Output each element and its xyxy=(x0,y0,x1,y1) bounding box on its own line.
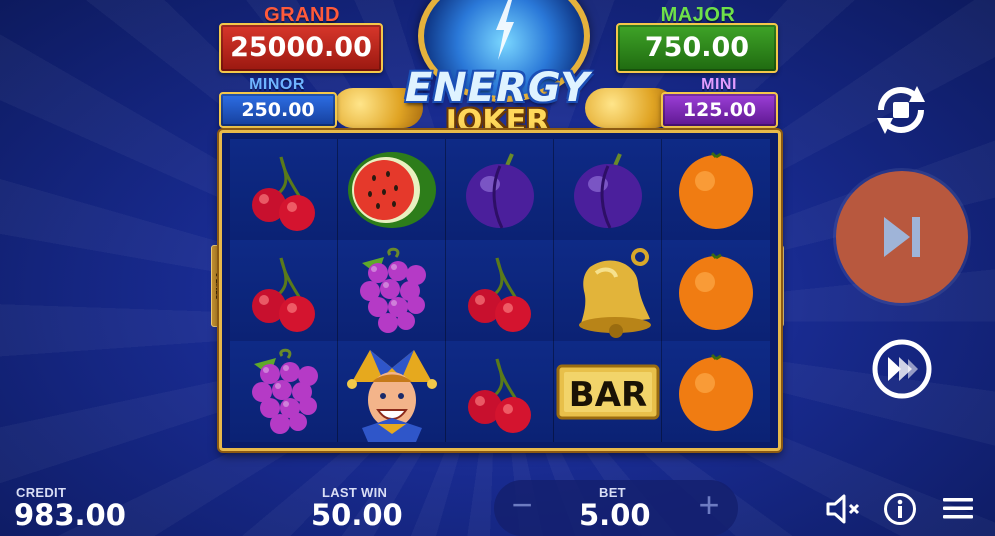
cherry-symbol xyxy=(251,257,315,332)
mini-value: 125.00 xyxy=(661,92,778,128)
cherry-symbol xyxy=(467,257,531,332)
reel-cell xyxy=(338,139,446,240)
joker-symbol xyxy=(346,349,437,442)
reel-cell xyxy=(338,341,446,442)
minor-value: 250.00 xyxy=(219,92,337,128)
reel-cell xyxy=(662,139,770,240)
sound-off-icon xyxy=(826,494,860,524)
sound-button[interactable] xyxy=(824,492,864,526)
reel-frame: BAR xyxy=(219,130,781,451)
reel-cell xyxy=(554,139,662,240)
cherry-symbol xyxy=(251,156,315,231)
cherry-symbol xyxy=(467,358,531,433)
bet-decrease-button[interactable]: − xyxy=(502,485,542,529)
menu-button[interactable] xyxy=(941,494,975,522)
bet-increase-button[interactable]: + xyxy=(689,485,729,529)
orange-symbol xyxy=(679,252,753,330)
menu-icon xyxy=(943,498,973,519)
orange-symbol xyxy=(679,151,753,229)
bell-symbol xyxy=(578,247,651,338)
spin-skip-button[interactable] xyxy=(836,171,968,303)
autoplay-icon xyxy=(877,86,925,134)
reel-cell xyxy=(554,240,662,341)
reel-cell xyxy=(446,341,554,442)
major-value: 750.00 xyxy=(616,23,778,73)
reel-cell: BAR xyxy=(554,341,662,442)
lightning-icon xyxy=(496,0,514,60)
reel-cell xyxy=(230,240,338,341)
reel-cell xyxy=(338,240,446,341)
reel-cell xyxy=(662,341,770,442)
reel-cell xyxy=(662,240,770,341)
watermelon-symbol xyxy=(347,151,436,228)
turbo-button[interactable] xyxy=(871,338,933,400)
reel-cell xyxy=(230,139,338,240)
orange-symbol xyxy=(679,353,753,431)
bar-symbol: BAR xyxy=(556,364,659,419)
bet-value: 5.00 xyxy=(579,498,651,532)
credit-value: 983.00 xyxy=(14,498,126,532)
info-button[interactable] xyxy=(883,492,917,526)
info-icon xyxy=(884,493,916,525)
skip-icon xyxy=(884,217,920,257)
autoplay-button[interactable] xyxy=(865,78,937,142)
reel-grid: BAR xyxy=(230,139,770,442)
last-win-value: 50.00 xyxy=(311,498,403,532)
plum-symbol xyxy=(465,152,534,229)
turbo-icon xyxy=(872,339,932,399)
reel-cell xyxy=(446,139,554,240)
svg-text:BAR: BAR xyxy=(568,375,646,415)
plum-symbol xyxy=(573,152,642,229)
grand-value: 25000.00 xyxy=(219,23,383,73)
grapes-symbol xyxy=(359,247,426,333)
reel-cell xyxy=(230,341,338,442)
grapes-symbol xyxy=(251,348,318,434)
reel-cell xyxy=(446,240,554,341)
